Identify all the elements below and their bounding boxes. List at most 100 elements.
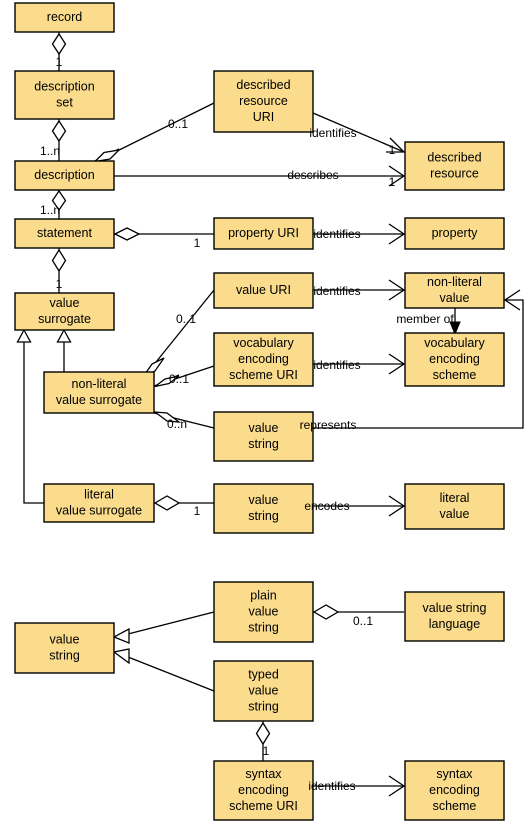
- class-box-statement[interactable]: statement: [14, 218, 115, 249]
- class-box-property[interactable]: property: [404, 217, 505, 250]
- diamond-dru: [93, 149, 121, 163]
- class-box-label-literal-value-surrogate: literal: [84, 487, 114, 501]
- diamond-pvs-language: [312, 604, 340, 620]
- class-box-property-uri[interactable]: property URI: [213, 217, 314, 250]
- class-box-value-string-base[interactable]: value string: [14, 622, 115, 674]
- class-box-label-described-resource-uri: described: [236, 78, 290, 92]
- class-box-label-voc-enc-scheme-uri: vocabulary: [233, 336, 294, 350]
- class-box-label-value-uri: value URI: [236, 283, 291, 297]
- class-box-label-voc-enc-scheme-uri: scheme URI: [229, 368, 298, 382]
- class-box-label-value-string-nls: value: [249, 421, 279, 435]
- edge-label-identifies-property: identifies: [313, 227, 360, 241]
- class-box-label-value-string-base: value: [50, 632, 80, 646]
- class-box-label-property-uri: property URI: [228, 226, 299, 240]
- class-box-label-described-resource: described: [427, 150, 481, 164]
- class-box-label-voc-enc-scheme: vocabulary: [424, 336, 485, 350]
- class-box-voc-enc-scheme-uri[interactable]: vocabulary encoding scheme URI: [213, 332, 314, 387]
- multiplicity-typed-value-string-to-ses-uri: 1: [263, 744, 270, 758]
- class-box-literal-value[interactable]: literal value: [404, 483, 505, 530]
- class-box-label-literal-value: value: [440, 507, 470, 521]
- class-box-label-syntax-enc-scheme: scheme: [433, 799, 477, 813]
- diamond-record-description-set: [51, 32, 67, 56]
- class-box-label-description: description: [34, 168, 94, 182]
- edge-lvs-generalization: [23, 341, 44, 504]
- triangle-typed-value-string: [112, 648, 130, 665]
- class-box-label-value-surrogate: value: [50, 296, 80, 310]
- class-box-record[interactable]: record: [14, 2, 115, 33]
- class-box-label-voc-enc-scheme: encoding: [429, 352, 480, 366]
- boxes-group: record description set described resource URI…: [14, 2, 505, 821]
- class-box-value-surrogate[interactable]: value surrogate: [14, 292, 115, 331]
- class-box-label-value-string-language: value string: [423, 601, 487, 615]
- multiplicity-description-to-statement: 1..n: [40, 203, 60, 217]
- multiplicity-description-set-to-description: 1..n: [40, 144, 60, 158]
- uml-class-diagram: record description set described resource URI…: [0, 0, 527, 832]
- class-box-label-syntax-enc-scheme-uri: scheme URI: [229, 799, 298, 813]
- multiplicity-record-to-description-set: 1: [56, 55, 63, 69]
- class-box-plain-value-string[interactable]: plain value string: [213, 581, 314, 643]
- class-box-non-literal-value[interactable]: non-literal value: [404, 272, 505, 309]
- class-box-label-value-surrogate: surrogate: [38, 312, 91, 326]
- class-box-label-typed-value-string: string: [248, 699, 279, 713]
- class-box-label-described-resource-uri: resource: [239, 94, 288, 108]
- class-box-label-value-string-language: language: [429, 617, 480, 631]
- class-box-label-described-resource-uri: URI: [253, 110, 275, 124]
- class-box-label-description-set: description: [34, 79, 94, 93]
- class-box-label-plain-value-string: plain: [250, 588, 276, 602]
- class-box-description[interactable]: description: [14, 160, 115, 191]
- class-box-described-resource[interactable]: described resource: [404, 141, 505, 191]
- triangle-nlvs-generalization: [56, 328, 72, 343]
- class-box-label-description-set: set: [56, 95, 73, 109]
- class-box-value-string-lvs[interactable]: value string: [213, 483, 314, 534]
- class-box-label-plain-value-string: string: [248, 620, 279, 634]
- multiplicity-described-res-uri-identifies-target: 1: [389, 143, 396, 157]
- multiplicity-nlvs-to-value-string: 0..n: [167, 417, 187, 431]
- edge-nlvs-value-uri: [147, 289, 215, 373]
- class-box-label-property: property: [432, 226, 479, 240]
- edge-label-represents: represents: [300, 418, 357, 432]
- class-box-syntax-enc-scheme-uri[interactable]: syntax encoding scheme URI: [213, 760, 314, 821]
- class-box-label-statement: statement: [37, 226, 92, 240]
- class-box-label-literal-value: literal: [440, 491, 470, 505]
- multiplicity-statement-to-property-uri: 1: [194, 236, 201, 250]
- class-box-label-described-resource: resource: [430, 166, 479, 180]
- class-box-label-syntax-enc-scheme: encoding: [429, 783, 480, 797]
- class-box-label-syntax-enc-scheme: syntax: [436, 767, 473, 781]
- class-box-voc-enc-scheme[interactable]: vocabulary encoding scheme: [404, 332, 505, 387]
- edge-label-identifies-syntax-enc-scheme: identifies: [308, 779, 355, 793]
- edge-label-encodes: encodes: [304, 499, 349, 513]
- multiplicity-description-to-described-res-uri: 0..1: [168, 117, 188, 131]
- class-box-value-uri[interactable]: value URI: [213, 272, 314, 309]
- class-box-description-set[interactable]: description set: [14, 70, 115, 120]
- diamond-description-set-description: [51, 119, 67, 143]
- class-box-typed-value-string[interactable]: typed value string: [213, 660, 314, 722]
- class-box-label-value-string-base: string: [49, 648, 80, 662]
- class-box-label-non-literal-value: non-literal: [427, 275, 482, 289]
- triangle-lvs-generalization: [16, 328, 32, 343]
- edge-label-identifies-described-resource: identifies: [309, 126, 356, 140]
- class-box-label-syntax-enc-scheme-uri: encoding: [238, 783, 289, 797]
- class-box-label-typed-value-string: value: [249, 683, 279, 697]
- class-box-literal-value-surrogate[interactable]: literal value surrogate: [43, 483, 155, 523]
- class-box-value-string-nls[interactable]: value string: [213, 411, 314, 462]
- class-box-label-non-literal-value: value: [440, 291, 470, 305]
- edge-label-describes: describes: [287, 168, 338, 182]
- diamond-tvs-ses-uri: [255, 721, 271, 746]
- triangle-plain-value-string: [112, 627, 130, 644]
- diagram-canvas: record description set described resource URI…: [14, 2, 524, 821]
- class-box-label-voc-enc-scheme: scheme: [433, 368, 477, 382]
- diamond-statement-value-surrogate: [51, 248, 67, 273]
- multiplicity-statement-to-value-surrogate: 1: [56, 277, 63, 291]
- class-box-label-voc-enc-scheme-uri: encoding: [238, 352, 289, 366]
- class-box-value-string-language[interactable]: value string language: [404, 591, 505, 642]
- class-box-described-resource-uri[interactable]: described resource URI: [213, 70, 314, 133]
- class-box-syntax-enc-scheme[interactable]: syntax encoding scheme: [404, 760, 505, 821]
- edge-label-identifies-voc-enc-scheme: identifies: [313, 358, 360, 372]
- edge-label-identifies-non-literal-value: identifies: [313, 284, 360, 298]
- class-box-label-non-literal-value-surrogate: value surrogate: [56, 393, 142, 407]
- class-box-label-syntax-enc-scheme-uri: syntax: [245, 767, 282, 781]
- edge-plain-value-string-generalization: [127, 611, 215, 635]
- class-box-non-literal-value-surrogate[interactable]: non-literal value surrogate: [43, 371, 155, 414]
- class-box-label-value-string-lvs: string: [248, 509, 279, 523]
- edge-label-member-of: member of: [396, 312, 454, 326]
